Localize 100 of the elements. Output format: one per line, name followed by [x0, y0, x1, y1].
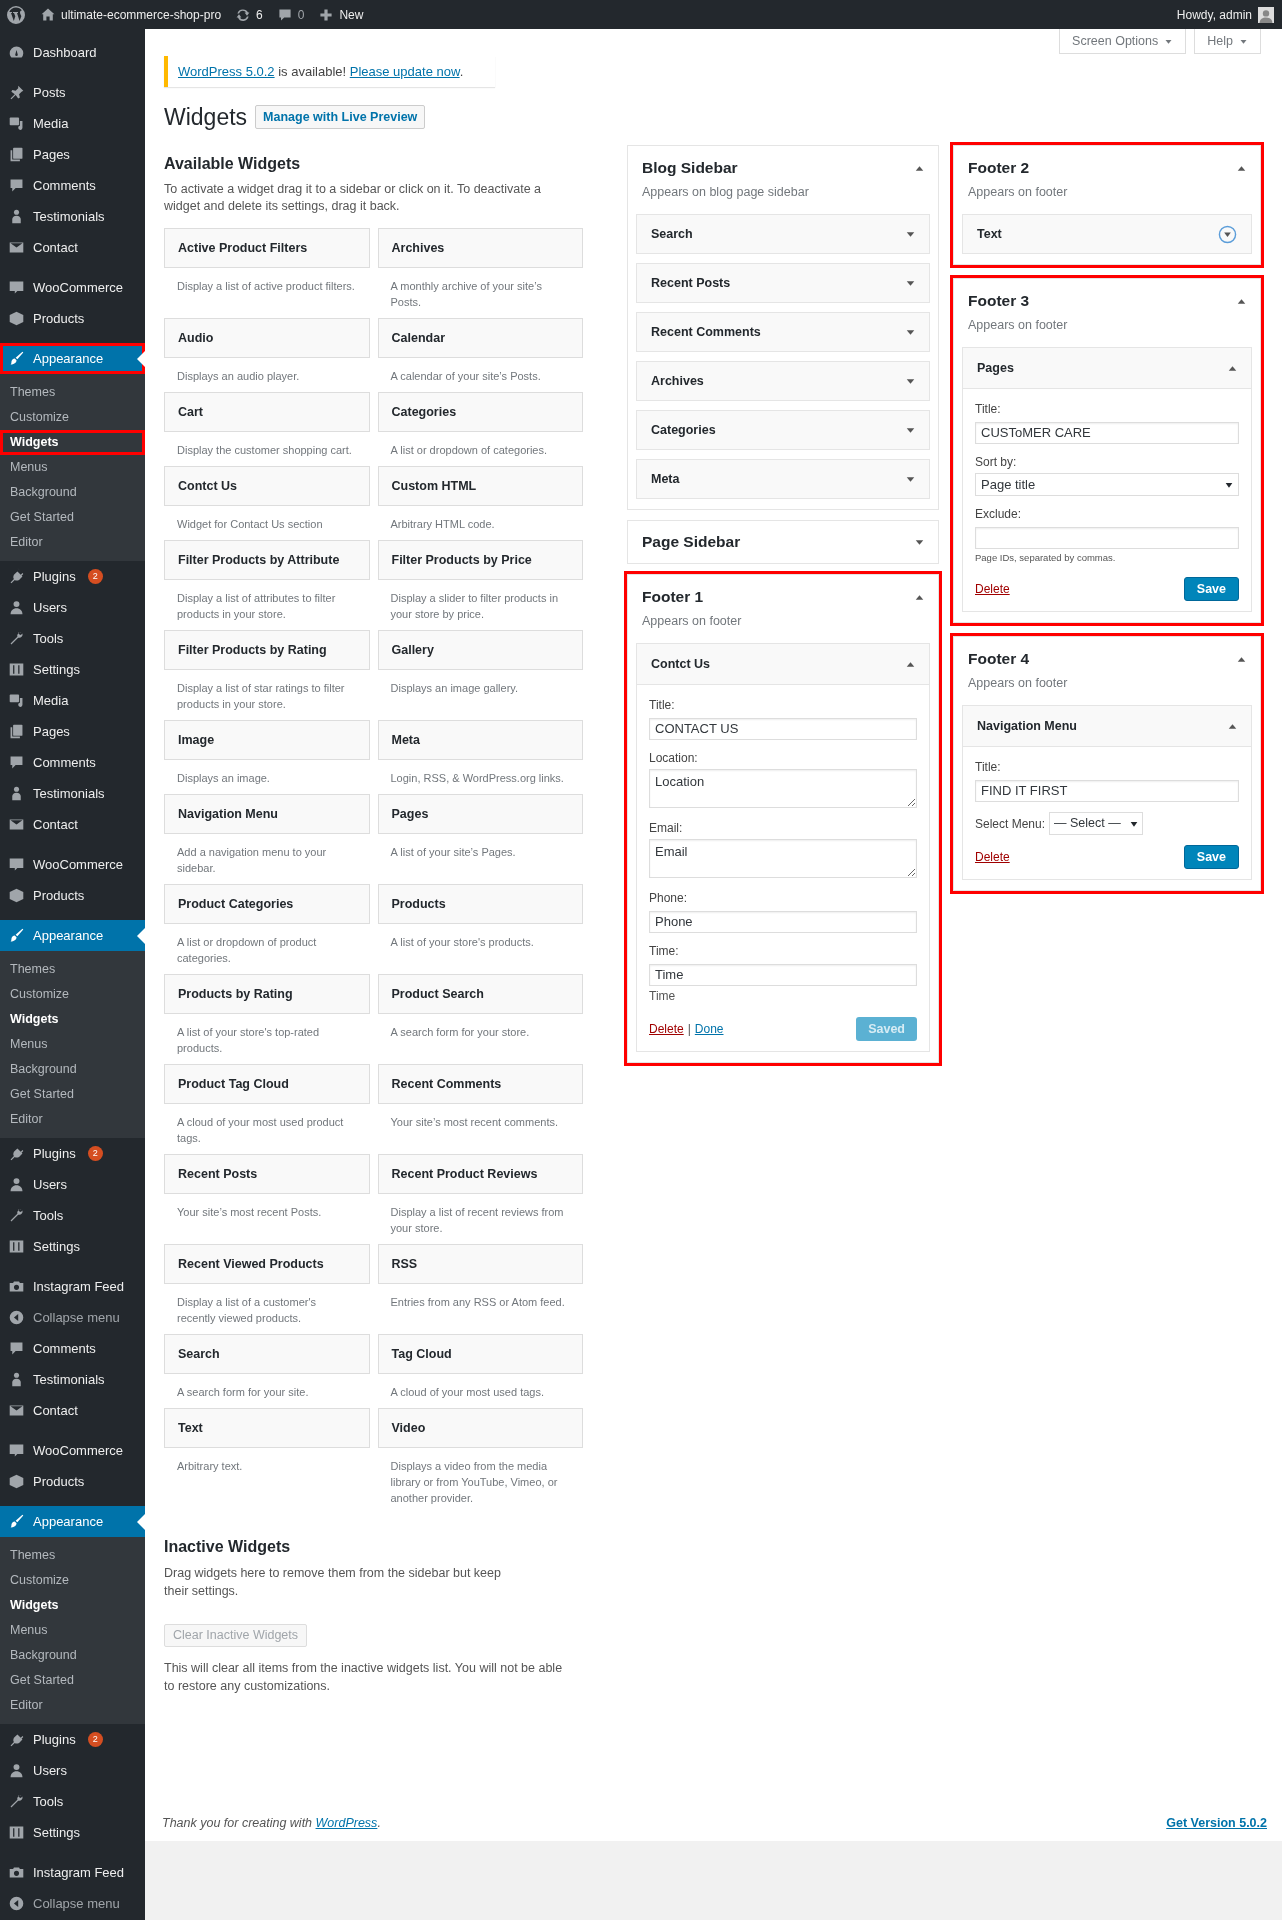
widget-tile[interactable]: Calendar: [377, 318, 583, 358]
updates-link[interactable]: 6: [235, 5, 263, 24]
menu-item[interactable]: Contact: [0, 1395, 145, 1426]
widget-tile[interactable]: Cart: [164, 392, 370, 432]
text-input[interactable]: CUSToMER CARE: [975, 421, 1239, 444]
widget-tile[interactable]: Products: [377, 884, 583, 924]
menu-item[interactable]: Settings: [0, 1817, 145, 1848]
collapse-arrow-icon[interactable]: [1228, 721, 1237, 731]
widget-tile[interactable]: Filter Products by Rating: [164, 630, 370, 670]
collapse-arrow-icon[interactable]: [915, 163, 924, 173]
menu-item[interactable]: Appearance: [0, 343, 145, 374]
submenu-item[interactable]: Background: [0, 1643, 145, 1668]
version-link[interactable]: WordPress 5.0.2: [178, 63, 275, 79]
submenu-item[interactable]: Menus: [0, 1618, 145, 1643]
submenu-item[interactable]: Widgets: [0, 430, 145, 455]
menu-item[interactable]: WooCommerce: [0, 272, 145, 303]
submenu-item[interactable]: Background: [0, 1057, 145, 1082]
menu-item[interactable]: Collapse menu: [0, 1302, 145, 1333]
wordpress-logo-icon[interactable]: [6, 4, 26, 25]
dropdown[interactable]: Page title: [975, 473, 1239, 496]
widget-tile[interactable]: Meta: [377, 720, 583, 760]
widget-header[interactable]: Navigation Menu: [963, 706, 1251, 748]
submenu-item[interactable]: Menus: [0, 455, 145, 480]
widget-tile[interactable]: Custom HTML: [377, 466, 583, 506]
account-link[interactable]: Howdy, admin: [1176, 5, 1274, 24]
widget-tile[interactable]: Filter Products by Attribute: [164, 540, 370, 580]
menu-item[interactable]: Instagram Feed: [0, 1857, 145, 1888]
widget-header[interactable]: Pages: [963, 348, 1251, 389]
text-area[interactable]: Email: [649, 839, 917, 878]
text-input[interactable]: FIND IT FIRST: [975, 779, 1239, 802]
menu-item[interactable]: Tools: [0, 1200, 145, 1231]
expand-arrow-icon[interactable]: [906, 327, 915, 337]
widget-tile[interactable]: Audio: [164, 318, 370, 358]
expand-arrow-icon[interactable]: [915, 537, 924, 547]
menu-item[interactable]: Testimonials: [0, 1364, 145, 1395]
submenu-item[interactable]: Widgets: [0, 1007, 145, 1032]
menu-item[interactable]: Instagram Feed: [0, 1271, 145, 1302]
menu-item[interactable]: Media: [0, 685, 145, 716]
widget-header[interactable]: Categories: [636, 410, 930, 450]
screen-tab-button[interactable]: Help: [1194, 29, 1261, 54]
submenu-item[interactable]: Customize: [0, 405, 145, 430]
menu-item[interactable]: Tools: [0, 623, 145, 654]
collapse-arrow-icon[interactable]: [1237, 296, 1246, 306]
menu-item[interactable]: Users: [0, 1755, 145, 1786]
expand-arrow-icon[interactable]: [906, 376, 915, 386]
submenu-item[interactable]: Editor: [0, 1107, 145, 1132]
widget-tile[interactable]: Active Product Filters: [164, 228, 370, 268]
widget-tile[interactable]: Filter Products by Price: [377, 540, 583, 580]
collapse-arrow-icon[interactable]: [915, 592, 924, 602]
widget-tile[interactable]: Recent Posts: [164, 1154, 370, 1194]
widget-header[interactable]: Search: [636, 214, 930, 254]
menu-item[interactable]: Appearance: [0, 1506, 145, 1537]
submenu-item[interactable]: Customize: [0, 982, 145, 1007]
menu-item[interactable]: Pages: [0, 716, 145, 747]
menu-item[interactable]: Comments: [0, 170, 145, 201]
delete-link[interactable]: Delete: [975, 580, 1010, 599]
menu-item[interactable]: Tools: [0, 1786, 145, 1817]
menu-item[interactable]: WooCommerce: [0, 1435, 145, 1466]
widget-tile[interactable]: Image: [164, 720, 370, 760]
widget-tile[interactable]: RSS: [377, 1244, 583, 1284]
menu-item[interactable]: Contact: [0, 809, 145, 840]
menu-item[interactable]: Comments: [0, 747, 145, 778]
menu-item[interactable]: WooCommerce: [0, 849, 145, 880]
submenu-item[interactable]: Editor: [0, 530, 145, 555]
widget-tile[interactable]: Archives: [377, 228, 583, 268]
menu-item[interactable]: Posts: [0, 77, 145, 108]
widget-tile[interactable]: Video: [377, 1408, 583, 1448]
widget-header[interactable]: Archives: [636, 361, 930, 401]
text-input[interactable]: [975, 526, 1239, 549]
submenu-item[interactable]: Editor: [0, 1693, 145, 1718]
submenu-item[interactable]: Get Started: [0, 505, 145, 530]
submenu-item[interactable]: Customize: [0, 1568, 145, 1593]
menu-item[interactable]: Plugins 2: [0, 561, 145, 592]
dropdown[interactable]: — Select —: [1049, 812, 1144, 836]
widget-tile[interactable]: Categories: [377, 392, 583, 432]
submenu-item[interactable]: Widgets: [0, 1593, 145, 1618]
widget-header[interactable]: Text: [962, 214, 1252, 254]
collapse-arrow-icon[interactable]: [906, 659, 915, 669]
submenu-item[interactable]: Themes: [0, 1543, 145, 1568]
save-button[interactable]: Save: [1183, 845, 1239, 870]
expand-arrow-icon[interactable]: [906, 278, 915, 288]
expand-arrow-icon[interactable]: [906, 474, 915, 484]
comments-link[interactable]: 0: [276, 5, 305, 24]
widget-header[interactable]: Recent Posts: [636, 263, 930, 303]
menu-item[interactable]: Media: [0, 108, 145, 139]
widget-tile[interactable]: Product Search: [377, 974, 583, 1014]
widget-tile[interactable]: Products by Rating: [164, 974, 370, 1014]
widget-tile[interactable]: Recent Comments: [377, 1064, 583, 1104]
submenu-item[interactable]: Background: [0, 480, 145, 505]
menu-item[interactable]: Products: [0, 303, 145, 334]
widget-tile[interactable]: Text: [164, 1408, 370, 1448]
widget-header[interactable]: Meta: [636, 459, 930, 499]
widget-header[interactable]: Recent Comments: [636, 312, 930, 352]
submenu-item[interactable]: Themes: [0, 380, 145, 405]
expand-arrow-icon[interactable]: [906, 229, 915, 239]
menu-item[interactable]: Plugins 2: [0, 1724, 145, 1755]
version-link[interactable]: Get Version 5.0.2: [1166, 1813, 1267, 1833]
menu-item[interactable]: Appearance: [0, 920, 145, 951]
delete-link[interactable]: Delete: [975, 848, 1010, 867]
submenu-item[interactable]: Themes: [0, 957, 145, 982]
